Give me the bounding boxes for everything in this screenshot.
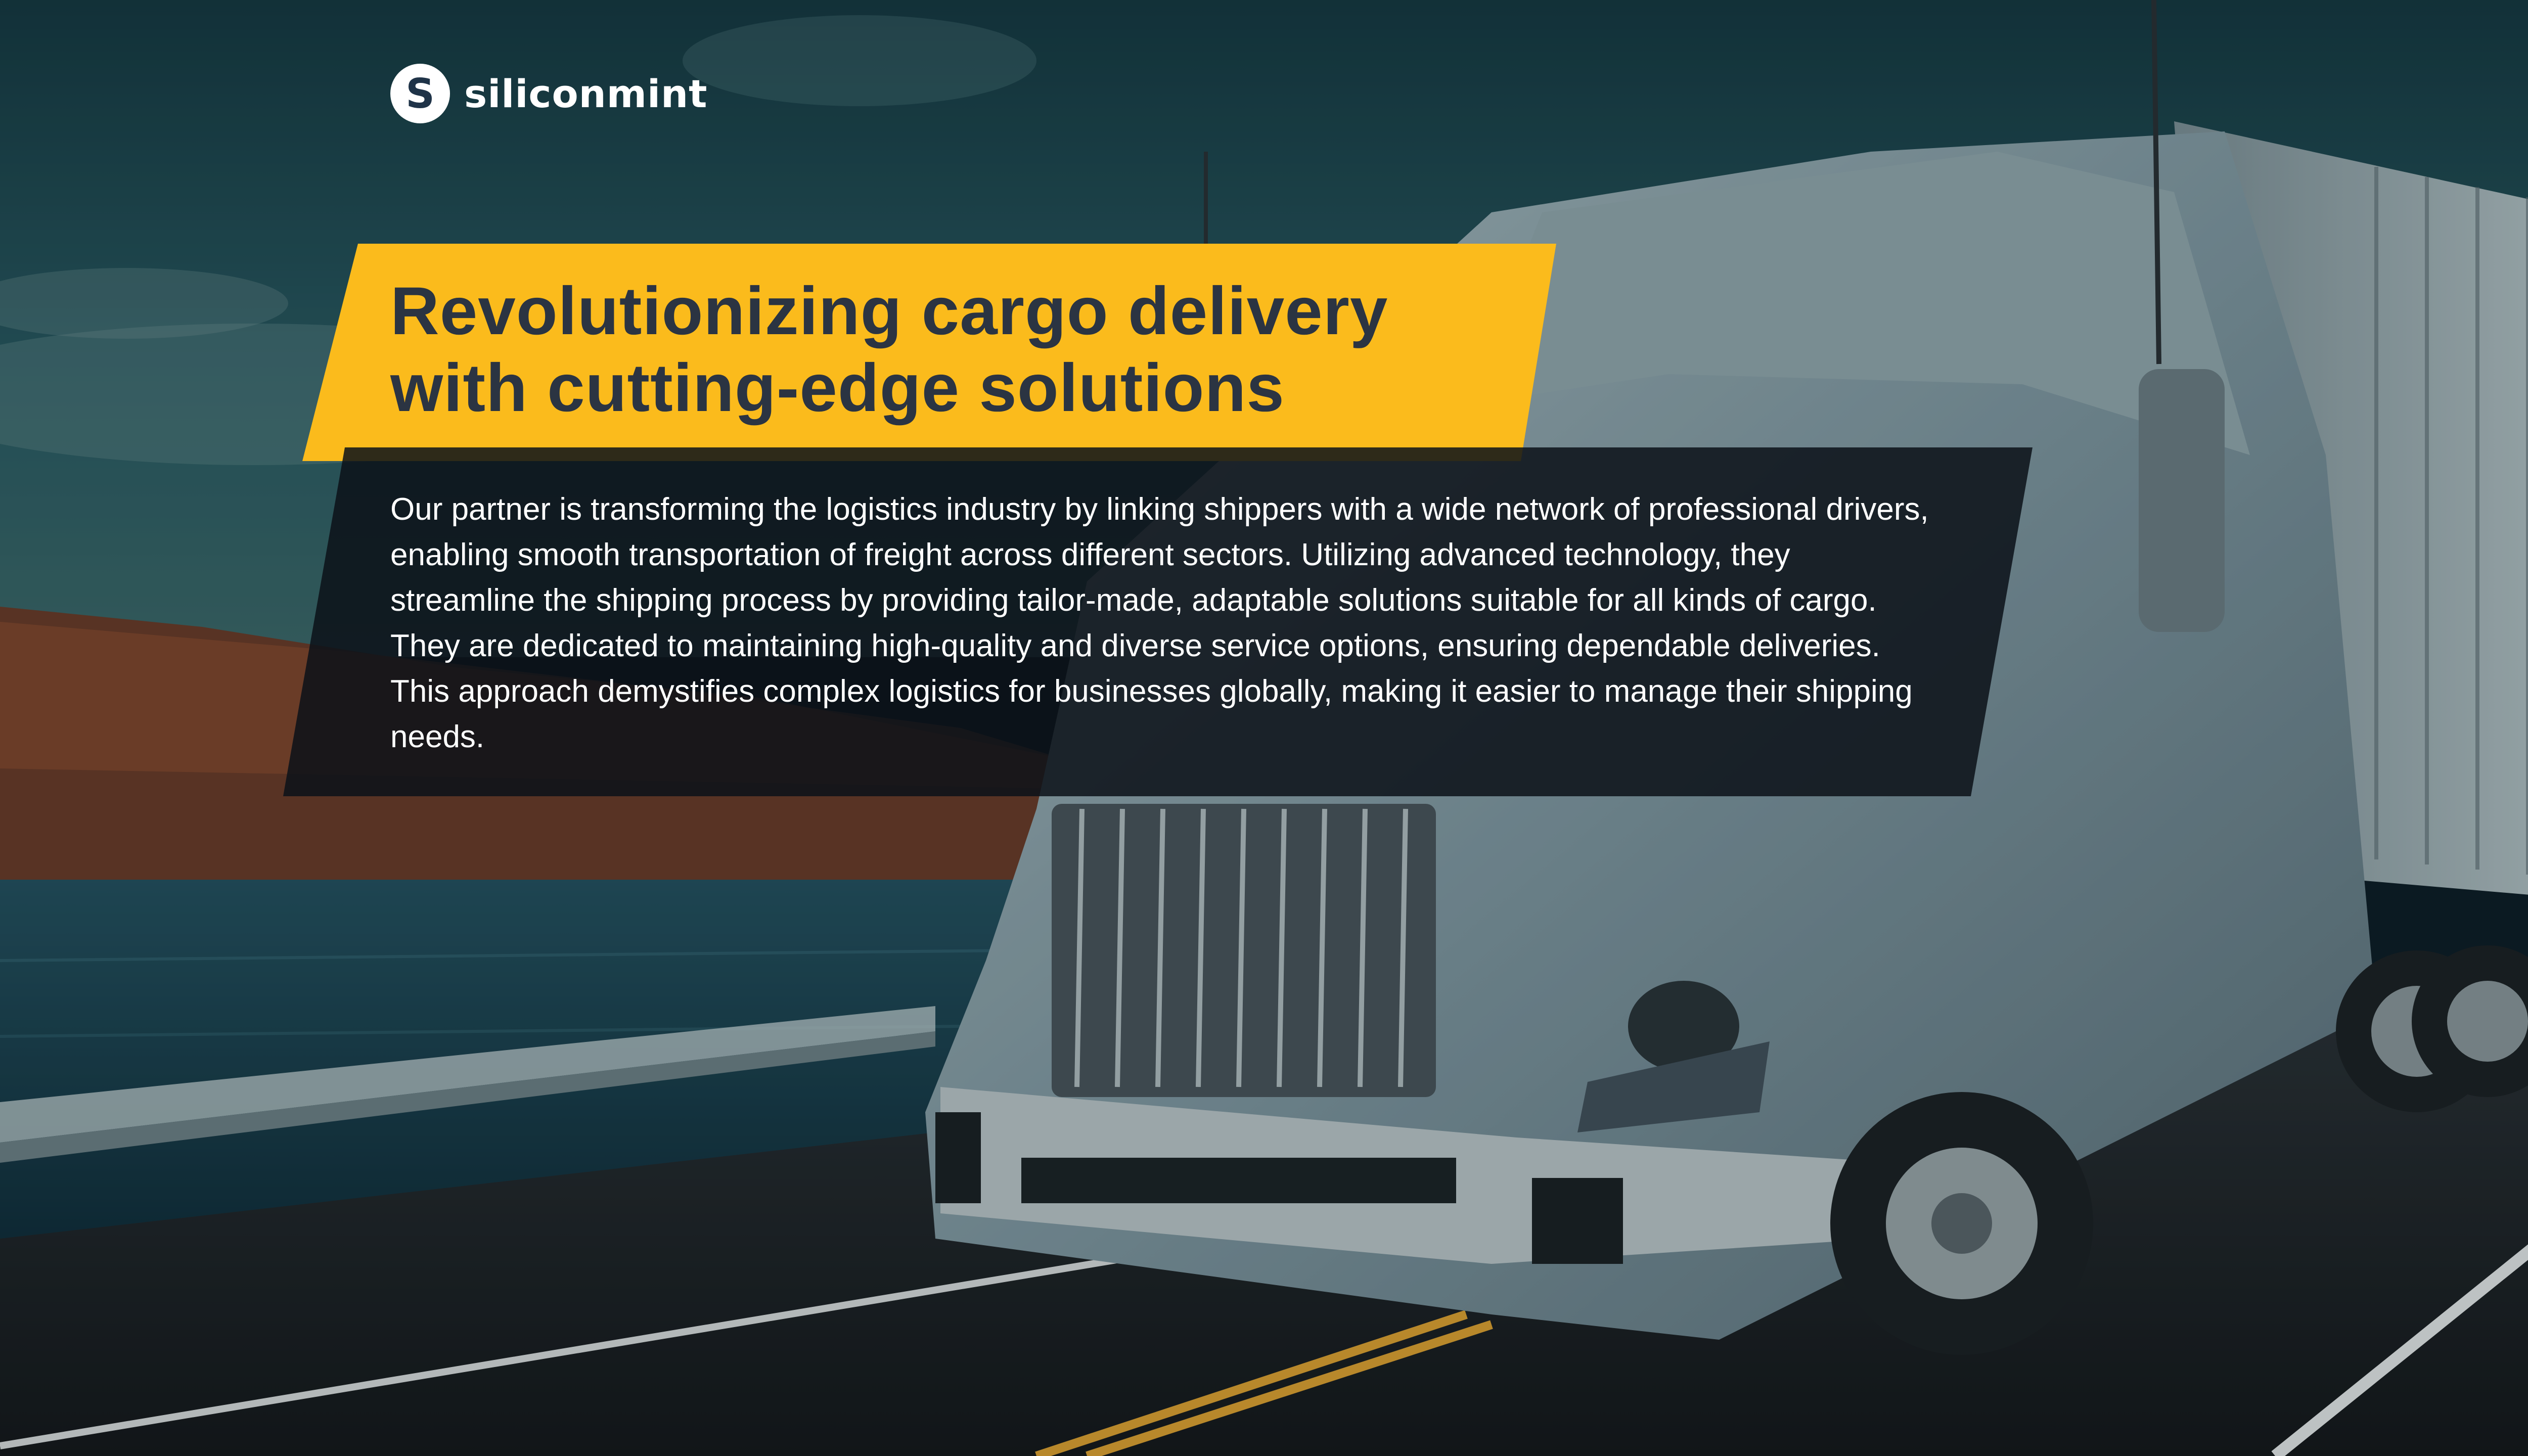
brand-name: siliconmint <box>464 71 708 116</box>
brand-logo[interactable]: S siliconmint <box>390 64 707 123</box>
hero-description: Our partner is transforming the logistic… <box>390 492 1929 754</box>
siliconmint-logo-icon: S <box>390 64 450 123</box>
page-title: Revolutionizing cargo delivery with cutt… <box>390 274 1388 426</box>
